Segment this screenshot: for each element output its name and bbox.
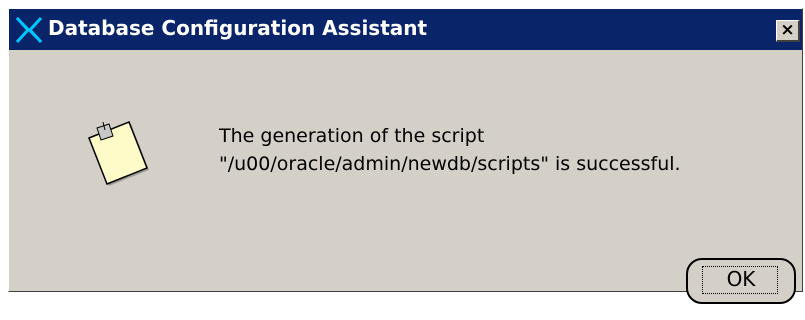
message-text: The generation of the script "/u00/oracl… [219, 122, 681, 178]
dialog-window: Database Configuration Assistant × The g… [8, 8, 803, 304]
window-title: Database Configuration Assistant [48, 16, 428, 40]
focus-indicator [702, 266, 778, 294]
oracle-x-logo-icon [15, 17, 43, 43]
close-button[interactable]: × [776, 20, 800, 42]
note-icon [88, 121, 149, 186]
title-bar[interactable]: Database Configuration Assistant × [9, 9, 802, 50]
message-line-2: "/u00/oracle/admin/newdb/scripts" is suc… [219, 153, 681, 175]
message-line-1: The generation of the script [219, 125, 485, 147]
ok-button[interactable]: OK [686, 258, 796, 304]
